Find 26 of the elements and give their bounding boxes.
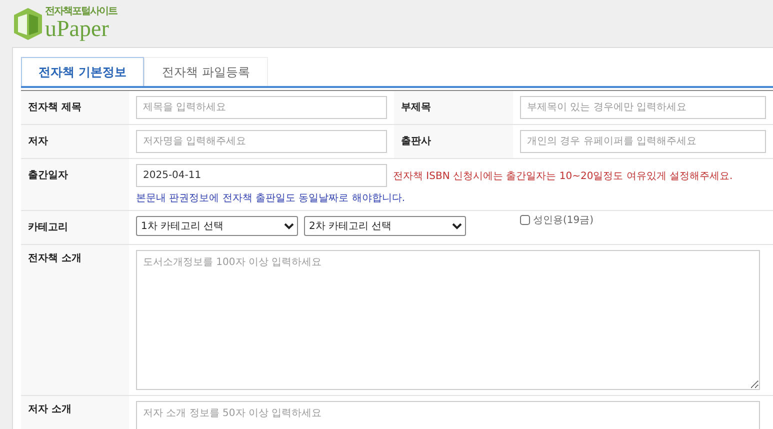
field-label: 부제목: [394, 91, 513, 124]
logo-text: uPaper: [45, 17, 110, 40]
field-label: 출간일자: [21, 159, 129, 210]
input-field[interactable]: 개인의 경우 유페이퍼를 입력해주세요: [520, 130, 766, 153]
textarea-field[interactable]: 도서소개정보를 100자 이상 입력하세요: [136, 250, 760, 390]
category-select[interactable]: 1차 카테고리 선택: [136, 216, 298, 236]
input-field[interactable]: 저자명을 입력해주세요: [136, 130, 387, 153]
warning-text: 전자책 ISBN 신청시에는 출간일자는 10~20일정도 여유있게 설정해주세요.: [393, 170, 733, 182]
checkbox[interactable]: [520, 215, 530, 225]
field-label: 출판사: [394, 125, 513, 158]
logo-tagline: 전자책포털사이트: [45, 7, 117, 17]
field-label: 카테고리: [21, 211, 129, 244]
logo-icon: [13, 6, 43, 40]
textarea-field[interactable]: 저자 소개 정보를 50자 이상 입력하세요: [136, 401, 760, 429]
date-field[interactable]: 2025-04-11: [136, 164, 387, 187]
field-label: 전자책 소개: [21, 245, 129, 395]
category-select[interactable]: 2차 카테고리 선택: [304, 216, 466, 236]
field-label: 전자책 제목: [21, 91, 129, 124]
input-field[interactable]: 부제목이 있는 경우에만 입력하세요: [520, 96, 766, 119]
checkbox-label: 성인용(19금): [533, 214, 594, 227]
field-label: 저자 소개: [21, 396, 129, 429]
note-text: 본문내 판권정보에 전자책 출판일도 동일날짜로 해야합니다.: [136, 192, 406, 205]
input-field[interactable]: 제목을 입력하세요: [136, 96, 387, 119]
tab[interactable]: 전자책 기본정보: [21, 57, 144, 86]
field-label: 저자: [21, 125, 129, 158]
tab[interactable]: 전자책 파일등록: [144, 57, 268, 86]
